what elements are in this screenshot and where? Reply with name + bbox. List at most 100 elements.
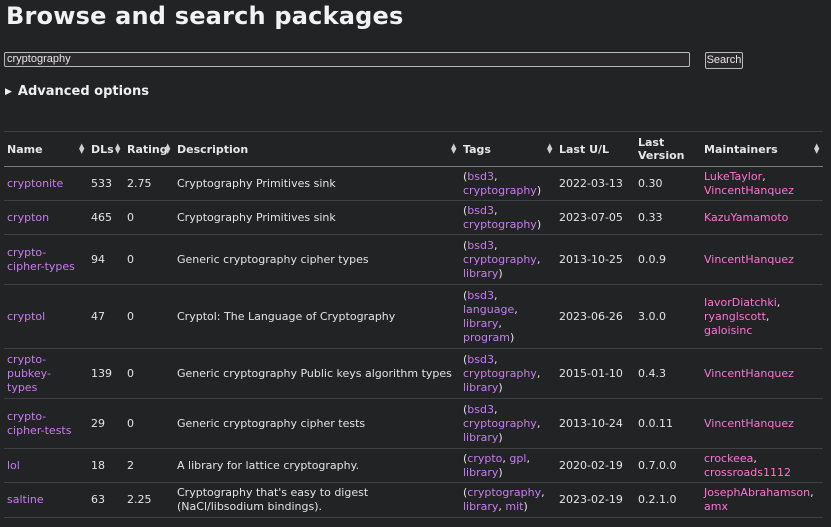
maintainer-link[interactable]: IavorDiatchki: [704, 296, 777, 309]
tag-link[interactable]: library: [463, 267, 498, 280]
cell-tags: (bsd3, cryptography): [460, 200, 556, 235]
cell-description: A library for lattice cryptography.: [174, 448, 460, 483]
cell-rating: 0: [124, 234, 174, 285]
column-header-last-version[interactable]: Last Version: [635, 131, 701, 167]
maintainer-link[interactable]: VincentHanquez: [704, 417, 794, 430]
column-header-rating[interactable]: Rating ▲▼: [124, 131, 174, 167]
maintainer-link[interactable]: crossroads1112: [704, 466, 791, 479]
package-link[interactable]: crypton: [7, 211, 49, 224]
column-header-label: Rating: [127, 142, 168, 156]
cell-tags: (bsd3, cryptography, library): [460, 398, 556, 449]
tag-link[interactable]: library: [463, 317, 498, 330]
package-link[interactable]: saltine: [7, 493, 44, 506]
cell-description: Generic cryptography cipher tests: [174, 398, 460, 449]
column-header-tags[interactable]: Tags ▲▼: [460, 131, 556, 167]
tag-link[interactable]: bsd3: [467, 170, 494, 183]
table-row: lol 18 2 A library for lattice cryptography…: [4, 448, 823, 483]
column-header-name[interactable]: Name ▲▼: [4, 131, 88, 167]
sort-updown-icon: ▲▼: [451, 142, 457, 155]
search-button[interactable]: Search: [705, 52, 743, 69]
cell-description: Generic cryptography cipher types: [174, 234, 460, 285]
tag-link[interactable]: bsd3: [467, 239, 494, 252]
package-link[interactable]: crypto-cipher-types: [7, 246, 75, 273]
cell-tags: (cryptography, library, mit): [460, 482, 556, 518]
tag-link[interactable]: library: [463, 500, 498, 513]
column-header-description[interactable]: Description ▲▼: [174, 131, 460, 167]
maintainer-link[interactable]: KazuYamamoto: [704, 211, 788, 224]
maintainer-link[interactable]: VincentHanquez: [704, 367, 794, 380]
column-header-label: Name: [7, 142, 43, 156]
tag-link[interactable]: cryptography: [467, 486, 541, 499]
tag-link[interactable]: cryptography: [463, 367, 537, 380]
cell-version: 0.2.1.0: [635, 482, 701, 518]
cell-description: Cryptography that's easy to digest (NaCl…: [174, 482, 460, 518]
cell-name: crypto-cipher-types: [4, 234, 88, 285]
cell-dls: 139: [88, 348, 124, 399]
package-link[interactable]: cryptol: [7, 310, 45, 323]
cell-dls: 63: [88, 482, 124, 518]
tag-link[interactable]: cryptography: [463, 417, 537, 430]
cell-maintainers: KazuYamamoto: [701, 200, 823, 235]
tag-link[interactable]: cryptography: [463, 253, 537, 266]
maintainer-link[interactable]: ryanglscott: [704, 310, 766, 323]
column-header-maintainers[interactable]: Maintainers ▲▼: [701, 131, 823, 167]
maintainer-link[interactable]: VincentHanquez: [704, 253, 794, 266]
tag-link[interactable]: library: [463, 431, 498, 444]
tag-link[interactable]: crypto: [467, 452, 502, 465]
cell-name: saltine: [4, 482, 88, 518]
cell-name: crypton: [4, 200, 88, 235]
maintainer-link[interactable]: amx: [704, 500, 728, 513]
maintainer-link[interactable]: JosephAbrahamson: [704, 486, 810, 499]
sort-updown-icon: ▲▼: [547, 142, 553, 155]
package-link[interactable]: cryptonite: [7, 177, 63, 190]
cell-tags: (bsd3, language, library, program): [460, 284, 556, 349]
search-input[interactable]: cryptography: [4, 52, 690, 67]
cell-last-ul: 2023-06-26: [556, 284, 635, 349]
column-header-dls[interactable]: DLs ▲▼: [88, 131, 124, 167]
package-link[interactable]: crypto-cipher-tests: [7, 410, 71, 437]
sort-updown-icon: ▲▼: [814, 142, 820, 155]
cell-last-ul: 2022-03-13: [556, 166, 635, 201]
tag-link[interactable]: cryptography: [463, 184, 537, 197]
maintainer-link[interactable]: VincentHanquez: [704, 184, 794, 197]
tag-link[interactable]: mit: [505, 500, 523, 513]
tag-link[interactable]: language: [463, 303, 514, 316]
tag-link[interactable]: bsd3: [467, 353, 494, 366]
cell-last-ul: 2020-02-19: [556, 448, 635, 483]
cell-rating: 0: [124, 348, 174, 399]
cell-maintainers: VincentHanquez: [701, 348, 823, 399]
tag-link[interactable]: gpl: [509, 452, 526, 465]
cell-maintainers: LukeTaylor, VincentHanquez: [701, 166, 823, 201]
cell-dls: 533: [88, 166, 124, 201]
package-link[interactable]: lol: [7, 459, 20, 472]
cell-dls: 18: [88, 448, 124, 483]
tag-link[interactable]: program: [463, 331, 510, 344]
cell-name: crypto-cipher-tests: [4, 398, 88, 449]
tag-link[interactable]: bsd3: [467, 289, 494, 302]
tag-link[interactable]: bsd3: [467, 204, 494, 217]
advanced-options-toggle[interactable]: ▶ Advanced options: [5, 84, 149, 99]
table-header-row: Name ▲▼ DLs ▲▼ Rating ▲▼ Description ▲▼ Tags ▲▼ La…: [4, 131, 823, 167]
maintainer-link[interactable]: crockeea: [704, 452, 753, 465]
cell-rating: 0: [124, 398, 174, 449]
tag-link[interactable]: bsd3: [467, 403, 494, 416]
package-link[interactable]: crypto-pubkey-types: [7, 353, 51, 394]
maintainer-link[interactable]: galoisinc: [704, 324, 752, 337]
cell-maintainers: JosephAbrahamson, amx: [701, 482, 823, 518]
cell-dls: 47: [88, 284, 124, 349]
table-row: saltine 63 2.25 Cryptography that's easy to…: [4, 482, 823, 518]
cell-description: Generic cryptography Public keys algorit…: [174, 348, 460, 399]
triangle-right-icon: ▶: [5, 87, 12, 97]
tag-link[interactable]: library: [463, 381, 498, 394]
cell-version: 0.7.0.0: [635, 448, 701, 483]
table-row: crypton 465 0 Cryptography Primitives sink(…: [4, 200, 823, 235]
cell-version: 3.0.0: [635, 284, 701, 349]
column-header-last-ul[interactable]: Last U/L: [556, 131, 635, 167]
tag-link[interactable]: cryptography: [463, 218, 537, 231]
page-title: Browse and search packages: [6, 2, 404, 30]
column-header-label: Maintainers: [704, 142, 778, 156]
table-row: cryptonite 533 2.75 Cryptography Primitives…: [4, 166, 823, 201]
tag-link[interactable]: library: [463, 466, 498, 479]
table-row: crypto-cipher-types 94 0 Generic cryptograp…: [4, 234, 823, 285]
maintainer-link[interactable]: LukeTaylor: [704, 170, 762, 183]
